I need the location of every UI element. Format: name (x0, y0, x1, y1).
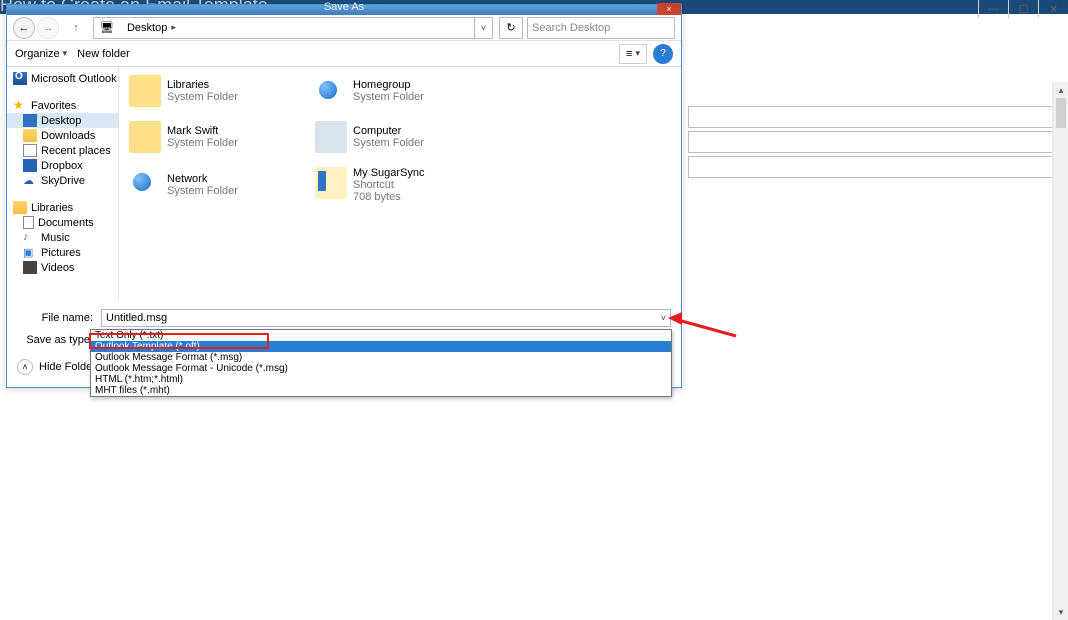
bg-field-3[interactable] (688, 156, 1062, 178)
nav-forward-button[interactable]: → (37, 17, 59, 39)
file-pane[interactable]: LibrariesSystem Folder HomegroupSystem F… (119, 67, 681, 299)
annotation-arrow (668, 312, 738, 342)
dialog-title: Save As (324, 1, 364, 13)
tree-libraries[interactable]: Libraries (7, 200, 118, 215)
address-bar[interactable]: 🖥 Desktop ▸ ˅ (93, 17, 493, 39)
search-input[interactable]: Search Desktop (527, 17, 675, 39)
desktop-icon (23, 114, 37, 127)
user-folder-icon (129, 121, 161, 153)
star-icon: ★ (13, 99, 27, 112)
view-button[interactable]: ≡ ▾ (619, 44, 647, 64)
help-button[interactable]: ? (653, 44, 673, 64)
libraries-icon (13, 201, 27, 214)
filename-value: Untitled.msg (106, 312, 167, 324)
videos-icon (23, 261, 37, 274)
folder-icon (129, 75, 161, 107)
item-homegroup[interactable]: HomegroupSystem Folder (315, 75, 501, 107)
savetype-option[interactable]: MHT files (*.mht) (91, 385, 671, 396)
shortcut-icon (315, 167, 347, 199)
outlook-icon (13, 72, 27, 85)
scroll-down-icon[interactable]: ▾ (1053, 604, 1068, 620)
window-controls: — ☐ ✕ (978, 0, 1068, 22)
homegroup-icon (315, 75, 347, 107)
filename-input[interactable]: Untitled.msg ˅ (101, 309, 671, 327)
recent-icon (23, 144, 37, 157)
scroll-thumb[interactable] (1056, 98, 1066, 128)
tree-documents[interactable]: Documents (7, 215, 118, 230)
organize-button[interactable]: Organize ▾ (15, 48, 67, 60)
savetype-dropdown[interactable]: Text Only (*.txt)Outlook Template (*.oft… (90, 329, 672, 397)
tree-downloads[interactable]: Downloads (7, 128, 118, 143)
dialog-toolbar: Organize ▾ New folder ≡ ▾ ? (7, 41, 681, 67)
chevron-right-icon[interactable]: ▸ (171, 22, 176, 33)
dropbox-icon (23, 159, 37, 172)
chevron-down-icon: ▾ (635, 48, 640, 59)
bg-field-2[interactable] (688, 131, 1062, 153)
savetype-label: Save as type: (17, 334, 93, 346)
savetype-option[interactable]: Outlook Message Format (*.msg) (91, 352, 671, 363)
dialog-close-button[interactable]: × (657, 3, 681, 15)
item-computer[interactable]: ComputerSystem Folder (315, 121, 501, 153)
new-folder-button[interactable]: New folder (77, 48, 130, 60)
filename-label: File name: (17, 312, 93, 324)
hide-folders-toggle[interactable]: ˄ (17, 359, 33, 375)
item-network[interactable]: NetworkSystem Folder (129, 167, 315, 203)
tree-skydrive[interactable]: ☁SkyDrive (7, 173, 118, 188)
crumb-icon: 🖥 (94, 21, 120, 34)
savetype-option[interactable]: HTML (*.htm;*.html) (91, 374, 671, 385)
chevron-down-icon[interactable]: ˅ (661, 313, 666, 323)
network-icon (129, 167, 161, 199)
tree-outlook[interactable]: Microsoft Outlook (7, 71, 118, 86)
savetype-option[interactable]: Outlook Template (*.oft) (91, 341, 671, 352)
chevron-down-icon: ▾ (63, 48, 68, 59)
tree-music[interactable]: ♪Music (7, 230, 118, 245)
nav-back-button[interactable]: ← (13, 17, 35, 39)
item-libraries[interactable]: LibrariesSystem Folder (129, 75, 315, 107)
close-button[interactable]: ✕ (1038, 0, 1068, 18)
bg-scrollbar[interactable]: ▴ ▾ (1052, 82, 1068, 620)
dialog-titlebar[interactable]: Save As × (7, 5, 681, 15)
minimize-button[interactable]: — (978, 0, 1008, 18)
scroll-up-icon[interactable]: ▴ (1053, 82, 1068, 98)
list-icon: ≡ (626, 48, 632, 60)
savetype-option[interactable]: Text Only (*.txt) (91, 330, 671, 341)
savetype-option[interactable]: Outlook Message Format - Unicode (*.msg) (91, 363, 671, 374)
folder-icon (23, 129, 37, 142)
dialog-nav-bar: ← → ↑ 🖥 Desktop ▸ ˅ ↻ Search Desktop (7, 15, 681, 41)
nav-up-button[interactable]: ↑ (65, 17, 87, 39)
tree-videos[interactable]: Videos (7, 260, 118, 275)
maximize-button[interactable]: ☐ (1008, 0, 1038, 18)
nav-tree: Microsoft Outlook ★Favorites Desktop Dow… (7, 67, 119, 299)
address-dropdown-button[interactable]: ˅ (474, 18, 492, 38)
tree-favorites[interactable]: ★Favorites (7, 98, 118, 113)
pictures-icon: ▣ (23, 246, 37, 259)
item-user[interactable]: Mark SwiftSystem Folder (129, 121, 315, 153)
search-placeholder: Search Desktop (532, 22, 610, 34)
computer-icon (315, 121, 347, 153)
bg-field-1[interactable] (688, 106, 1062, 128)
tree-pictures[interactable]: ▣Pictures (7, 245, 118, 260)
document-icon (23, 216, 34, 229)
refresh-button[interactable]: ↻ (499, 17, 523, 39)
cloud-icon: ☁ (23, 174, 37, 187)
tree-recent[interactable]: Recent places (7, 143, 118, 158)
music-icon: ♪ (23, 231, 37, 244)
tree-dropbox[interactable]: Dropbox (7, 158, 118, 173)
crumb-desktop[interactable]: Desktop (127, 22, 167, 34)
tree-desktop[interactable]: Desktop (7, 113, 118, 128)
item-sugarsync[interactable]: My SugarSyncShortcut708 bytes (315, 167, 501, 203)
